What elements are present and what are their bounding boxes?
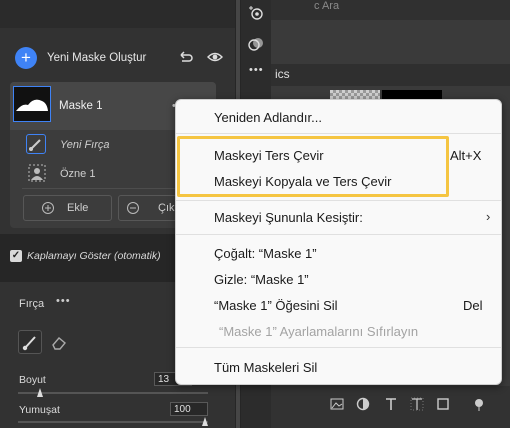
brush-title: Fırça	[19, 298, 45, 310]
menu-item-rename[interactable]: Yeniden Adlandır...	[214, 110, 322, 125]
add-eye-icon[interactable]	[248, 5, 264, 21]
canvas-header-text: c Ara	[314, 0, 340, 12]
layers-icon[interactable]	[248, 36, 264, 52]
mask-thumbnail[interactable]	[13, 86, 51, 122]
section-header	[271, 64, 510, 86]
mask-name[interactable]: Maske 1	[59, 100, 102, 112]
show-overlay-label[interactable]: Kaplamayı Göster (otomatik)	[27, 250, 161, 262]
canvas-header	[271, 0, 510, 20]
highlight-frame	[177, 136, 449, 197]
menu-separator	[176, 347, 501, 348]
eye-icon[interactable]	[207, 49, 223, 65]
brush-icon	[22, 336, 36, 351]
chevron-right-icon: ›	[486, 209, 491, 224]
frame-icon[interactable]	[436, 397, 450, 411]
mask-shape-icon	[16, 99, 48, 111]
feather-input[interactable]: 100	[170, 402, 208, 416]
menu-item-delete-all[interactable]: Tüm Maskeleri Sil	[214, 360, 317, 375]
size-label: Boyut	[19, 374, 46, 386]
menu-separator	[176, 133, 501, 134]
menu-item-delete[interactable]: “Maske 1” Öğesini Sil	[214, 298, 338, 313]
brush-select-button[interactable]	[18, 330, 42, 354]
panel-top-strip	[0, 0, 235, 28]
add-circle-icon	[42, 202, 54, 214]
component-subject-label[interactable]: Özne 1	[60, 168, 95, 180]
menu-item-intersect[interactable]: Maskeyi Şununla Kesiştir:	[214, 210, 363, 225]
menu-item-duplicate[interactable]: Çoğalt: “Maske 1”	[214, 246, 317, 261]
more-icon[interactable]: •••	[249, 64, 264, 76]
create-mask-label[interactable]: Yeni Maske Oluştur	[47, 52, 146, 64]
menu-item-hide[interactable]: Gizle: “Maske 1”	[214, 272, 309, 287]
delete-shortcut: Del	[463, 298, 483, 313]
subject-icon[interactable]	[28, 164, 46, 182]
menu-separator	[176, 200, 501, 201]
component-brush-label[interactable]: Yeni Fırça	[60, 139, 110, 151]
size-slider[interactable]	[18, 392, 208, 394]
show-overlay-checkbox[interactable]: ✓	[10, 250, 22, 262]
menu-item-reset-adjustments: “Maske 1” Ayarlamalarını Sıfırlayın	[219, 324, 419, 339]
feather-label: Yumuşat	[19, 404, 60, 416]
brush-more-icon[interactable]: •••	[56, 295, 71, 307]
subtract-circle-icon	[127, 202, 139, 214]
add-button-label: Ekle	[67, 202, 89, 214]
pin-icon[interactable]	[472, 397, 486, 411]
brush-icon[interactable]	[26, 134, 46, 154]
text-outline-icon[interactable]	[410, 397, 424, 411]
section-header-text: ics	[275, 67, 290, 81]
plus-icon: +	[21, 48, 31, 67]
text-icon[interactable]	[384, 397, 398, 411]
image-icon[interactable]	[330, 397, 344, 411]
create-mask-button[interactable]: +	[15, 47, 37, 69]
reset-icon[interactable]	[178, 49, 194, 65]
menu-separator	[176, 234, 501, 235]
eraser-icon[interactable]	[50, 333, 68, 351]
feather-slider[interactable]	[18, 421, 208, 423]
invert-shortcut: Alt+X	[450, 148, 482, 163]
circle-half-icon[interactable]	[356, 397, 370, 411]
